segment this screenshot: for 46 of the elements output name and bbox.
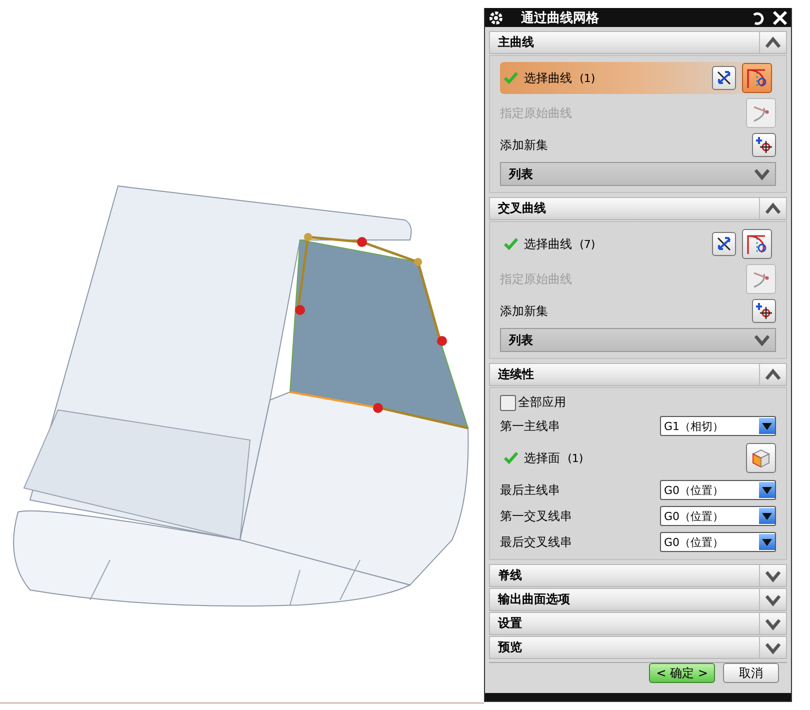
add-crosshair-icon [755,302,773,320]
continuity-dropdown[interactable]: G1（相切） [660,416,776,436]
list-header[interactable]: 列表 [500,328,776,352]
add-set-button[interactable] [752,299,776,324]
add-set-label: 添加新集 [500,136,549,154]
specify-curve-label: 指定原始曲线 [500,270,573,288]
continuity-label: 第一主线串 [500,418,561,435]
list-header[interactable]: 列表 [500,162,776,186]
curve-rule-button[interactable] [742,63,772,94]
select-curve-row[interactable]: 选择曲线 (1) [500,62,776,94]
reverse-arrows-icon [716,70,732,86]
curve-rule-button[interactable] [742,229,772,260]
add-crosshair-icon [755,136,773,154]
section-header[interactable]: 输出曲面选项 [489,588,787,612]
apply-all-checkbox[interactable] [500,394,516,411]
section-header[interactable]: 设置 [489,612,787,636]
dialog-title: 通过曲线网格 [520,10,600,27]
apply-all-label: 全部应用 [518,394,566,412]
section-header[interactable]: 连续性 [489,363,787,386]
add-set-label: 添加新集 [500,302,549,320]
continuity-dropdown[interactable]: G0（位置） [660,480,776,500]
select-face-button[interactable] [746,443,776,474]
reverse-direction-button[interactable] [712,232,736,256]
select-face-label: 选择面 (1) [524,450,584,467]
curve-icon [745,66,769,90]
section-header[interactable]: 预览 [489,636,787,660]
section-header[interactable]: 主曲线 [489,31,787,54]
section-header[interactable]: 交叉曲线 [489,197,787,220]
curve-icon [745,232,769,256]
select-curve-label: 选择曲线 (1) [524,70,596,87]
select-curve-label: 选择曲线 (7) [524,236,596,253]
add-set-button[interactable] [752,133,776,158]
continuity-label: 最后交叉线串 [500,534,573,551]
settings-icon[interactable] [487,8,505,27]
continuity-label: 最后主线串 [500,482,561,499]
close-icon[interactable] [771,8,789,27]
ok-button[interactable]: < 确定 > [649,663,715,684]
section-header[interactable]: 脊线 [489,564,787,588]
continuity-dropdown[interactable]: G0（位置） [660,532,776,552]
continuity-label: 第一交叉线串 [500,508,573,525]
reverse-direction-button[interactable] [712,66,736,90]
continuity-dropdown[interactable]: G0（位置） [660,506,776,526]
cancel-button[interactable]: 取消 [723,663,779,684]
specify-curve-label: 指定原始曲线 [500,104,573,122]
select-curve-row[interactable]: 选择曲线 (7) [500,228,776,260]
reverse-arrows-icon [716,236,732,252]
